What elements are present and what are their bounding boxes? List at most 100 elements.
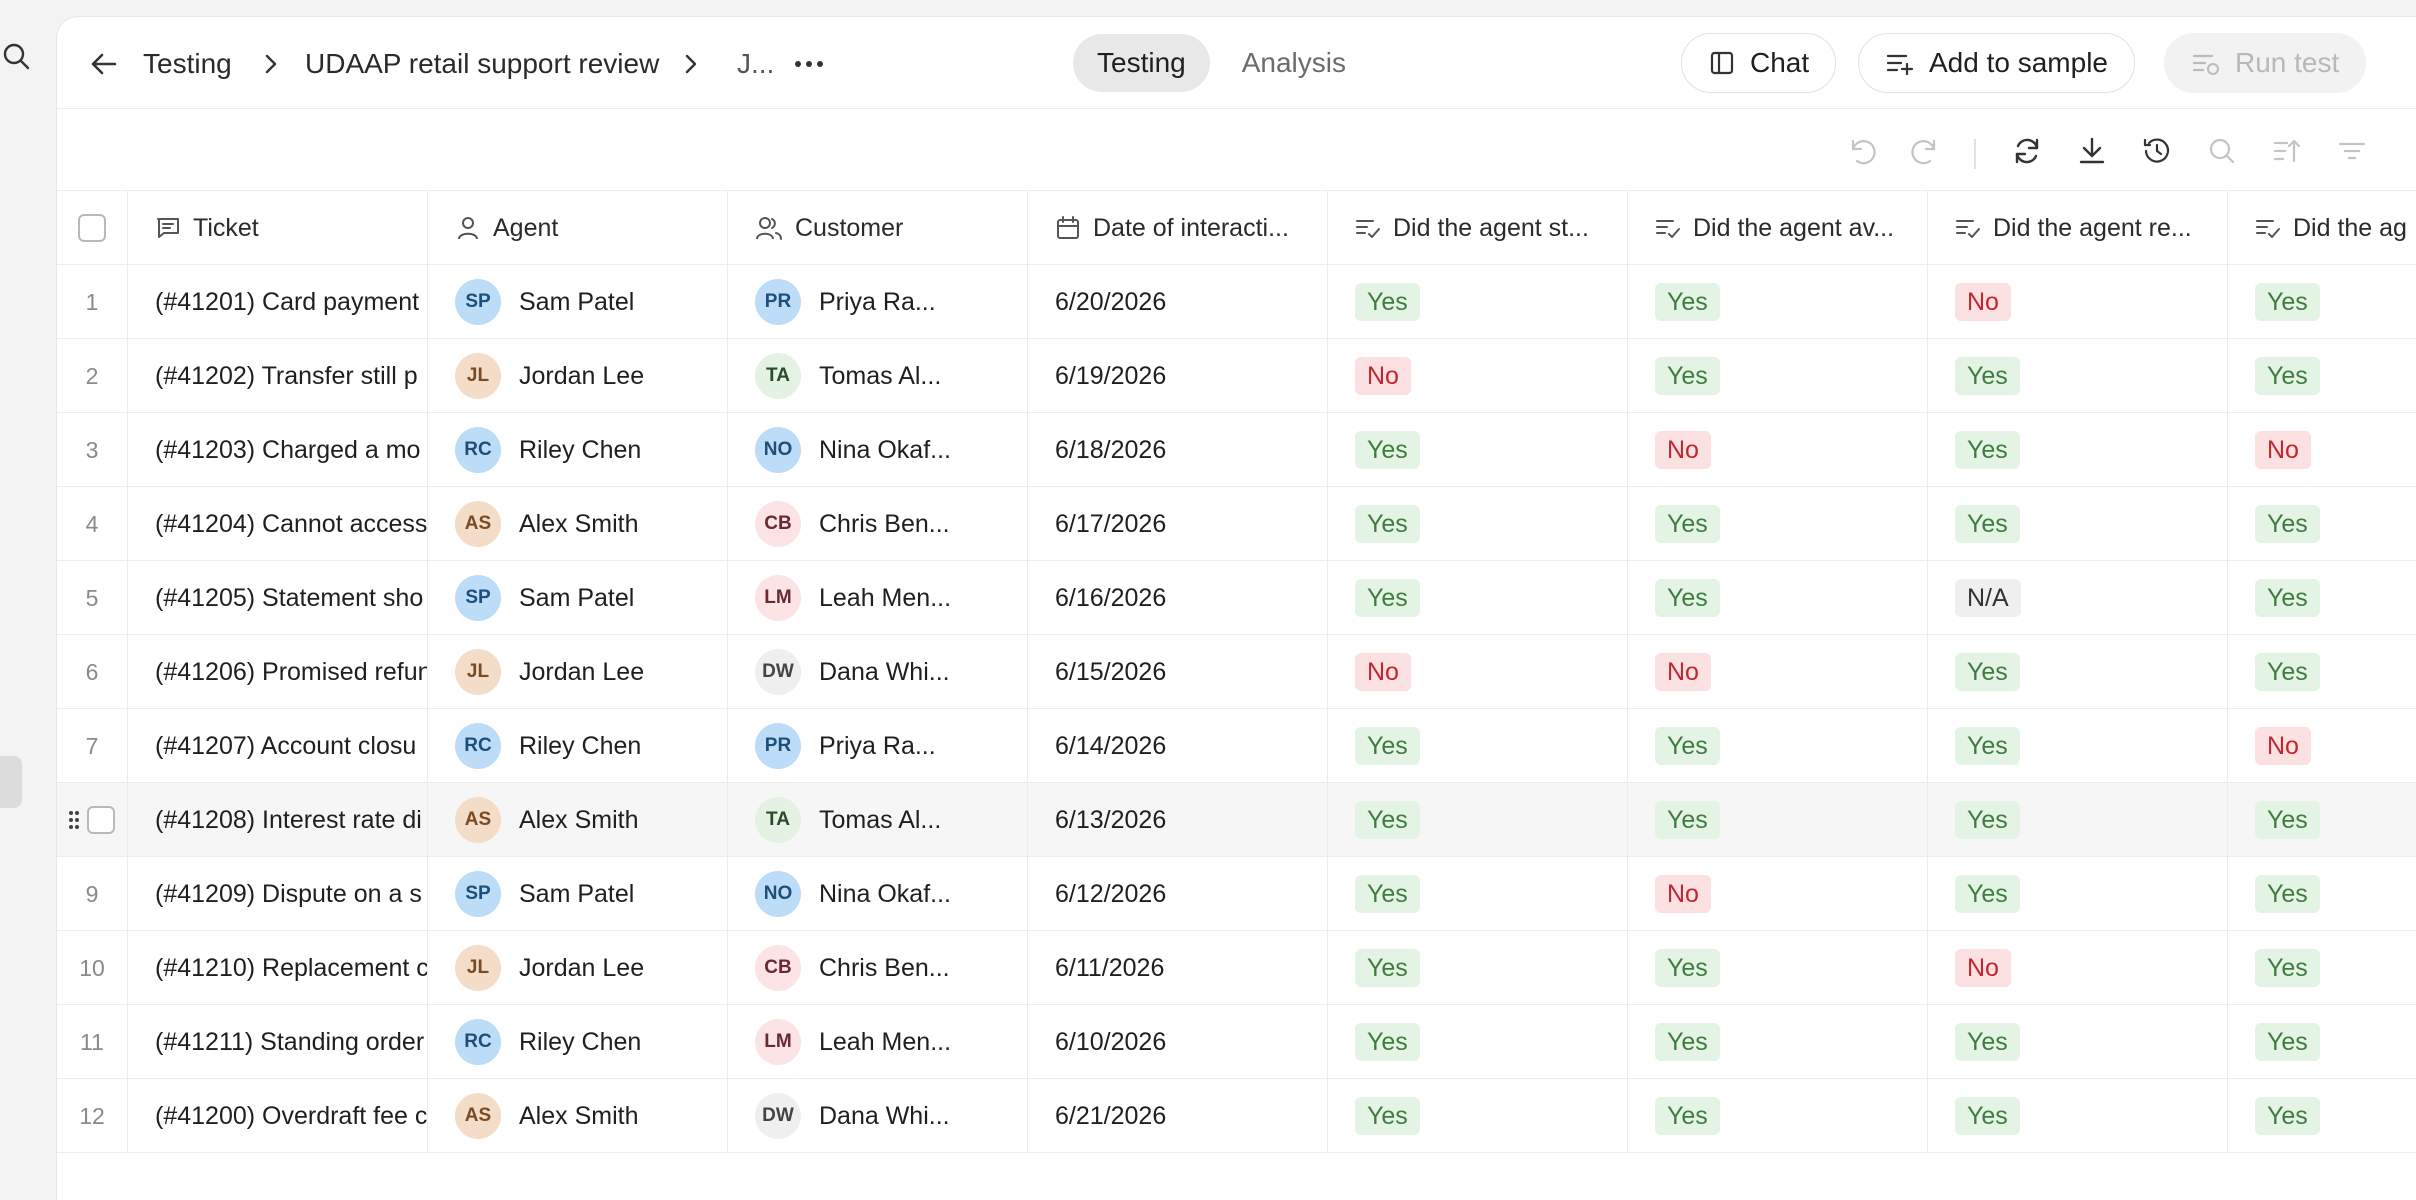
search-icon[interactable] — [2204, 133, 2240, 169]
column-header-question-1[interactable]: Did the agent st... — [1328, 191, 1628, 265]
date-cell[interactable]: 6/11/2026 — [1028, 931, 1328, 1005]
filter-icon[interactable] — [2334, 133, 2370, 169]
answer-cell[interactable]: Yes — [1328, 857, 1628, 931]
answer-cell[interactable]: Yes — [1628, 561, 1928, 635]
customer-cell[interactable]: CB Chris Ben... — [728, 487, 1028, 561]
customer-cell[interactable]: LM Leah Men... — [728, 561, 1028, 635]
answer-cell[interactable]: Yes — [1328, 783, 1628, 857]
table-row[interactable]: 7 (#41207) Account closu RC Riley Chen PR Pri… — [57, 709, 2416, 783]
agent-cell[interactable]: SP Sam Patel — [428, 857, 728, 931]
run-test-button[interactable]: Run test — [2164, 33, 2367, 93]
drag-handle-icon[interactable] — [67, 809, 81, 831]
answer-cell[interactable]: Yes — [1928, 857, 2228, 931]
answer-cell[interactable]: Yes — [2228, 339, 2416, 413]
answer-cell[interactable]: Yes — [2228, 857, 2416, 931]
ticket-cell[interactable]: (#41208) Interest rate di — [128, 783, 428, 857]
answer-cell[interactable]: Yes — [1628, 709, 1928, 783]
answer-cell[interactable]: Yes — [1628, 487, 1928, 561]
answer-cell[interactable]: No — [2228, 413, 2416, 487]
date-cell[interactable]: 6/13/2026 — [1028, 783, 1328, 857]
answer-cell[interactable]: No — [1928, 265, 2228, 339]
table-row[interactable]: 11 (#41211) Standing order RC Riley Chen LM L… — [57, 1005, 2416, 1079]
table-row[interactable]: 6 (#41206) Promised refun JL Jordan Lee DW Da… — [57, 635, 2416, 709]
ticket-cell[interactable]: (#41204) Cannot access — [128, 487, 428, 561]
answer-cell[interactable]: Yes — [2228, 1005, 2416, 1079]
answer-cell[interactable]: No — [1628, 635, 1928, 709]
table-row[interactable]: 10 (#41210) Replacement c JL Jordan Lee CB Ch… — [57, 931, 2416, 1005]
column-header-question-2[interactable]: Did the agent av... — [1628, 191, 1928, 265]
ticket-cell[interactable]: (#41209) Dispute on a s — [128, 857, 428, 931]
ticket-cell[interactable]: (#41200) Overdraft fee c — [128, 1079, 428, 1153]
sort-icon[interactable] — [2269, 133, 2305, 169]
agent-cell[interactable]: AS Alex Smith — [428, 487, 728, 561]
agent-cell[interactable]: JL Jordan Lee — [428, 339, 728, 413]
agent-cell[interactable]: RC Riley Chen — [428, 1005, 728, 1079]
table-row[interactable]: 1 (#41201) Card payment SP Sam Patel PR Priya… — [57, 265, 2416, 339]
breadcrumb-item-testing[interactable]: Testing — [143, 47, 232, 81]
date-cell[interactable]: 6/18/2026 — [1028, 413, 1328, 487]
tab-analysis[interactable]: Analysis — [1218, 34, 1370, 92]
add-to-sample-button[interactable]: Add to sample — [1858, 33, 2135, 93]
customer-cell[interactable]: LM Leah Men... — [728, 1005, 1028, 1079]
column-header-customer[interactable]: Customer — [728, 191, 1028, 265]
ticket-cell[interactable]: (#41202) Transfer still p — [128, 339, 428, 413]
customer-cell[interactable]: TA Tomas Al... — [728, 783, 1028, 857]
select-all-checkbox[interactable] — [78, 214, 106, 242]
customer-cell[interactable]: NO Nina Okaf... — [728, 413, 1028, 487]
table-row[interactable]: 3 (#41203) Charged a mo RC Riley Chen NO Nina… — [57, 413, 2416, 487]
agent-cell[interactable]: RC Riley Chen — [428, 413, 728, 487]
table-row[interactable]: 9 (#41209) Dispute on a s SP Sam Patel NO Nin… — [57, 857, 2416, 931]
column-header-date[interactable]: Date of interacti... — [1028, 191, 1328, 265]
answer-cell[interactable]: Yes — [1928, 339, 2228, 413]
column-header-ticket[interactable]: Ticket — [128, 191, 428, 265]
answer-cell[interactable]: Yes — [2228, 1079, 2416, 1153]
answer-cell[interactable]: No — [1928, 931, 2228, 1005]
row-checkbox[interactable] — [87, 806, 115, 834]
undo-icon[interactable] — [1843, 133, 1879, 169]
redo-icon[interactable] — [1908, 133, 1944, 169]
date-cell[interactable]: 6/20/2026 — [1028, 265, 1328, 339]
table-row[interactable]: 2 (#41202) Transfer still p JL Jordan Lee TA… — [57, 339, 2416, 413]
ticket-cell[interactable]: (#41203) Charged a mo — [128, 413, 428, 487]
date-cell[interactable]: 6/19/2026 — [1028, 339, 1328, 413]
ticket-cell[interactable]: (#41211) Standing order — [128, 1005, 428, 1079]
agent-cell[interactable]: SP Sam Patel — [428, 265, 728, 339]
answer-cell[interactable]: Yes — [1628, 1079, 1928, 1153]
customer-cell[interactable]: NO Nina Okaf... — [728, 857, 1028, 931]
agent-cell[interactable]: JL Jordan Lee — [428, 635, 728, 709]
answer-cell[interactable]: Yes — [1928, 413, 2228, 487]
agent-cell[interactable]: AS Alex Smith — [428, 1079, 728, 1153]
answer-cell[interactable]: Yes — [1328, 265, 1628, 339]
answer-cell[interactable]: Yes — [1628, 1005, 1928, 1079]
agent-cell[interactable]: RC Riley Chen — [428, 709, 728, 783]
ticket-cell[interactable]: (#41201) Card payment — [128, 265, 428, 339]
customer-cell[interactable]: PR Priya Ra... — [728, 265, 1028, 339]
answer-cell[interactable]: Yes — [1628, 265, 1928, 339]
answer-cell[interactable]: Yes — [1928, 709, 2228, 783]
answer-cell[interactable]: No — [1628, 413, 1928, 487]
answer-cell[interactable]: Yes — [2228, 487, 2416, 561]
date-cell[interactable]: 6/14/2026 — [1028, 709, 1328, 783]
chat-button[interactable]: Chat — [1681, 33, 1837, 93]
answer-cell[interactable]: Yes — [2228, 783, 2416, 857]
column-header-question-4[interactable]: Did the ag — [2228, 191, 2416, 265]
answer-cell[interactable]: Yes — [1328, 487, 1628, 561]
answer-cell[interactable]: No — [1628, 857, 1928, 931]
answer-cell[interactable]: Yes — [1628, 339, 1928, 413]
ticket-cell[interactable]: (#41205) Statement sho — [128, 561, 428, 635]
customer-cell[interactable]: CB Chris Ben... — [728, 931, 1028, 1005]
answer-cell[interactable]: Yes — [1928, 487, 2228, 561]
answer-cell[interactable]: Yes — [1628, 931, 1928, 1005]
answer-cell[interactable]: No — [2228, 709, 2416, 783]
column-header-agent[interactable]: Agent — [428, 191, 728, 265]
date-cell[interactable]: 6/16/2026 — [1028, 561, 1328, 635]
date-cell[interactable]: 6/21/2026 — [1028, 1079, 1328, 1153]
answer-cell[interactable]: Yes — [2228, 265, 2416, 339]
answer-cell[interactable]: Yes — [1328, 1079, 1628, 1153]
answer-cell[interactable]: Yes — [1328, 931, 1628, 1005]
answer-cell[interactable]: Yes — [1328, 709, 1628, 783]
table-row[interactable]: 12 (#41200) Overdraft fee c AS Alex Smith DW… — [57, 1079, 2416, 1153]
agent-cell[interactable]: SP Sam Patel — [428, 561, 728, 635]
history-icon[interactable] — [2139, 133, 2175, 169]
table-row[interactable]: (#41208) Interest rate di AS Alex Smith TA T… — [57, 783, 2416, 857]
